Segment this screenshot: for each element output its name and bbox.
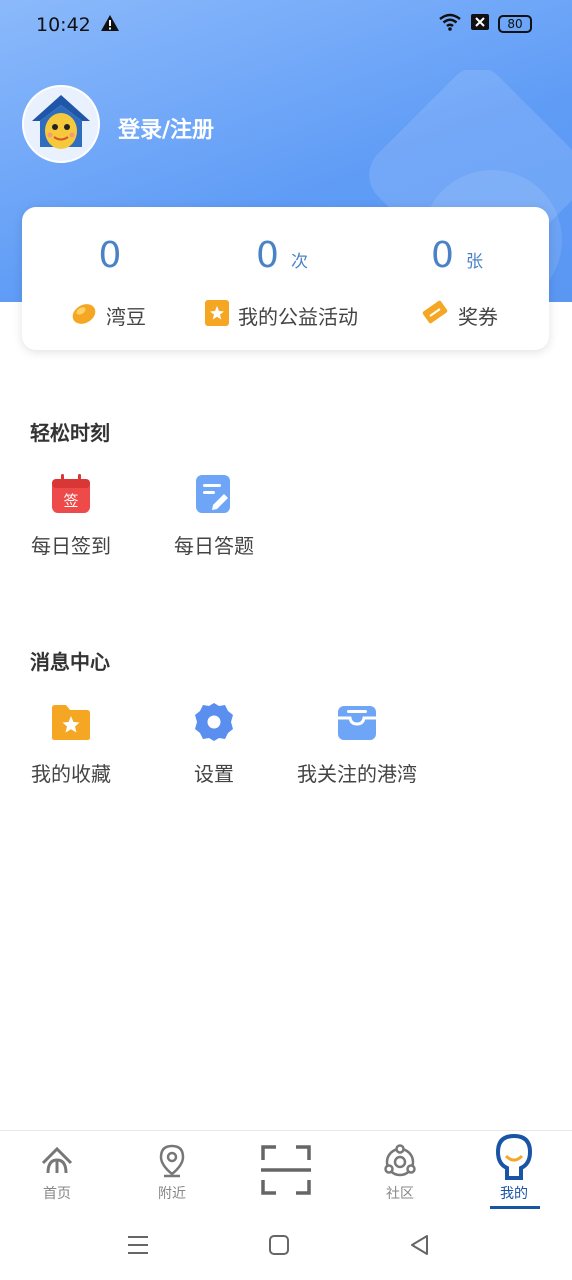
home-square-icon[interactable] <box>268 1234 290 1260</box>
battery-indicator: 80 <box>498 15 532 33</box>
item-label: 我的收藏 <box>31 762 111 786</box>
tab-home[interactable]: 首页 <box>7 1139 107 1203</box>
stat-label-text: 奖券 <box>458 305 498 329</box>
daily-signin-button[interactable]: 签 每日签到 <box>1 472 141 559</box>
tab-community[interactable]: 社区 <box>350 1139 450 1203</box>
community-icon <box>350 1139 450 1183</box>
stat-beans[interactable]: 0 <box>25 235 195 276</box>
menu-icon[interactable] <box>126 1234 150 1260</box>
avatar[interactable] <box>22 85 100 163</box>
followed-harbors-button[interactable]: 我关注的港湾 <box>287 700 427 787</box>
scan-icon <box>236 1139 336 1201</box>
tab-label: 我的 <box>500 1186 528 1202</box>
edit-note-icon <box>192 472 236 516</box>
active-tab-indicator <box>490 1206 540 1209</box>
bean-icon <box>70 299 98 332</box>
home-icon <box>7 1139 107 1183</box>
item-label: 每日签到 <box>31 534 111 558</box>
stat-value: 0 <box>256 235 279 276</box>
item-label: 设置 <box>194 762 234 786</box>
section-title-relax: 轻松时刻 <box>30 421 110 445</box>
wifi-icon <box>438 13 462 35</box>
back-triangle-icon[interactable] <box>408 1233 430 1261</box>
inbox-icon <box>335 700 379 744</box>
stat-label-activities[interactable]: 我的公益活动 <box>204 299 358 332</box>
status-bar: 10:42 80 <box>0 0 572 52</box>
stats-card: 0 0次 0张 湾豆 我的公益活动 奖券 <box>22 207 549 350</box>
tab-label: 社区 <box>386 1186 414 1202</box>
system-navigation-bar <box>0 1220 572 1280</box>
calendar-sign-label: 签 <box>63 492 78 510</box>
favorites-button[interactable]: 我的收藏 <box>1 700 141 787</box>
stat-label-tickets[interactable]: 奖券 <box>420 299 498 332</box>
stat-value: 0 <box>431 235 454 276</box>
status-time: 10:42 <box>36 14 91 36</box>
stat-unit: 张 <box>465 252 483 272</box>
ticket-icon <box>420 299 450 332</box>
warning-icon <box>100 14 120 36</box>
star-folder-icon <box>49 700 93 744</box>
gear-icon <box>192 700 236 744</box>
settings-button[interactable]: 设置 <box>144 700 284 787</box>
daily-quiz-button[interactable]: 每日答题 <box>144 472 284 559</box>
sim-error-icon <box>470 13 490 35</box>
item-label: 我关注的港湾 <box>297 762 417 786</box>
section-title-messages: 消息中心 <box>30 650 110 674</box>
stat-value: 0 <box>98 235 122 276</box>
stat-label-text: 我的公益活动 <box>238 305 358 329</box>
location-pin-icon <box>122 1139 222 1183</box>
tab-label: 附近 <box>158 1186 186 1202</box>
stat-label-beans[interactable]: 湾豆 <box>70 299 146 332</box>
mascot-avatar-icon <box>32 95 90 149</box>
stat-label-text: 湾豆 <box>106 305 146 329</box>
item-label: 每日答题 <box>174 534 254 558</box>
tab-nearby[interactable]: 附近 <box>122 1139 222 1203</box>
bookmark-star-icon <box>204 299 230 332</box>
tab-scan[interactable] <box>236 1139 336 1201</box>
tab-mine[interactable]: 我的 <box>464 1131 564 1203</box>
mascot-icon <box>464 1131 564 1183</box>
tab-label: 首页 <box>43 1186 71 1202</box>
stat-activities[interactable]: 0次 <box>197 235 367 276</box>
login-register-link[interactable]: 登录/注册 <box>118 112 214 144</box>
stat-tickets[interactable]: 0张 <box>372 235 542 276</box>
calendar-sign-icon: 签 <box>49 472 93 516</box>
bottom-tab-bar: 首页 附近 社区 我的 <box>0 1130 572 1221</box>
stat-unit: 次 <box>290 252 308 272</box>
